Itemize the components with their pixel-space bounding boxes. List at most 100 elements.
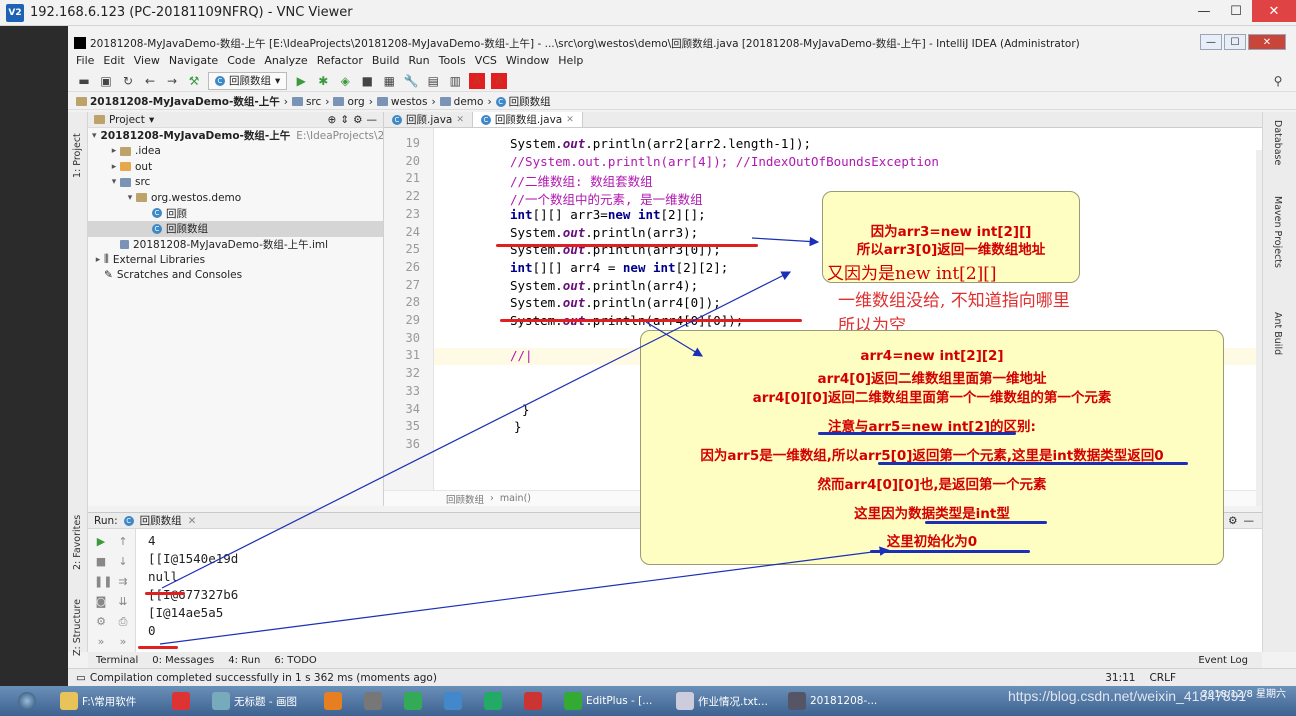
line-separator[interactable]: CRLF: [1149, 672, 1176, 684]
taskbar-item[interactable]: [478, 688, 514, 714]
scroll-to-end-icon[interactable]: ⇊: [116, 595, 130, 609]
menu-build[interactable]: Build: [372, 54, 400, 67]
breadcrumb-project[interactable]: 20181208-MyJavaDemo-数组-上午: [76, 94, 280, 109]
vcs-icon[interactable]: ▥: [447, 73, 463, 89]
close-icon[interactable]: ✕: [456, 115, 464, 125]
favorites-tool-tab[interactable]: 2: Favorites: [72, 500, 83, 570]
breadcrumb-class[interactable]: C 回顾数组: [495, 94, 551, 109]
ide-minimize-button[interactable]: —: [1200, 34, 1222, 50]
translate-icon[interactable]: A: [469, 72, 486, 89]
save-all-icon[interactable]: ▣: [98, 73, 114, 89]
taskbar-item[interactable]: [166, 688, 202, 714]
menu-edit[interactable]: Edit: [103, 54, 124, 67]
stop-icon[interactable]: ■: [94, 555, 108, 569]
expand-arrow-icon[interactable]: ▾: [92, 131, 97, 141]
taskbar-item[interactable]: 无标题 - 画图: [206, 688, 314, 714]
menu-code[interactable]: Code: [227, 54, 255, 67]
stop-icon[interactable]: ■: [359, 73, 375, 89]
taskbar-item[interactable]: 20181208-...: [782, 688, 890, 714]
breadcrumb-src[interactable]: src: [291, 96, 321, 108]
structure-tool-tab[interactable]: Z: Structure: [72, 586, 83, 656]
taskbar-item[interactable]: [398, 688, 434, 714]
menu-help[interactable]: Help: [558, 54, 583, 67]
code-line[interactable]: int[][] arr4 = new int[2][2];: [510, 260, 728, 275]
tree-item[interactable]: C 回顾: [88, 206, 383, 222]
target-icon[interactable]: ⊕: [327, 114, 336, 126]
project-structure-icon[interactable]: ▦: [381, 73, 397, 89]
expand-arrow-icon[interactable]: ▸: [108, 162, 120, 172]
ide-maximize-button[interactable]: ☐: [1224, 34, 1246, 50]
crumb-method[interactable]: main(): [500, 493, 531, 504]
translate-alt-icon[interactable]: A: [491, 72, 508, 89]
ant-tool-tab[interactable]: Ant Build: [1272, 312, 1283, 372]
event-log-tab[interactable]: Event Log: [1198, 655, 1248, 666]
breadcrumb-demo[interactable]: demo: [439, 96, 483, 108]
forward-icon[interactable]: →: [164, 73, 180, 89]
code-line[interactable]: System.out.println(arr4[0]);: [510, 295, 721, 310]
menu-refactor[interactable]: Refactor: [317, 54, 363, 67]
rerun-icon[interactable]: ▶: [94, 535, 108, 549]
taskbar-item[interactable]: 作业情况.txt...: [670, 688, 778, 714]
run-configuration-select[interactable]: C 回顾数组 ▾: [208, 71, 288, 90]
print-icon[interactable]: ⎙: [116, 615, 130, 629]
expand-arrow-icon[interactable]: ▸: [108, 146, 120, 156]
sync-icon[interactable]: ↻: [120, 73, 136, 89]
code-line[interactable]: System.out.println(arr3);: [510, 225, 698, 240]
maven-tool-tab[interactable]: Maven Projects: [1272, 196, 1283, 296]
build-hammer-icon[interactable]: ⚒: [186, 73, 202, 89]
tree-item[interactable]: ▸ .idea: [88, 144, 383, 160]
editor-tab-active[interactable]: C 回顾数组.java ✕: [472, 112, 583, 127]
close-icon[interactable]: ✕: [566, 115, 574, 125]
code-line[interactable]: }: [514, 419, 522, 434]
open-folder-icon[interactable]: ▬: [76, 73, 92, 89]
expand-arrow-icon[interactable]: ▾: [124, 193, 136, 203]
taskbar-item[interactable]: [438, 688, 474, 714]
code-line[interactable]: System.out.println(arr2[arr2.length-1]);: [510, 136, 811, 151]
close-icon[interactable]: ✕: [188, 515, 197, 527]
chevron-down-icon[interactable]: ▾: [149, 114, 154, 126]
debug-icon[interactable]: ✱: [315, 73, 331, 89]
menu-window[interactable]: Window: [506, 54, 549, 67]
menu-navigate[interactable]: Navigate: [169, 54, 218, 67]
settings-icon[interactable]: ⚙: [94, 615, 108, 629]
taskbar-item[interactable]: EditPlus - [...: [558, 688, 666, 714]
menu-tools[interactable]: Tools: [439, 54, 466, 67]
start-button[interactable]: [4, 688, 50, 714]
settings-wrench-icon[interactable]: 🔧: [403, 73, 419, 89]
hide-icon[interactable]: —: [1244, 515, 1255, 527]
camera-icon[interactable]: ◙: [94, 595, 108, 609]
coverage-icon[interactable]: ◈: [337, 73, 353, 89]
run-icon[interactable]: ▶: [293, 73, 309, 89]
code-line[interactable]: //一个数组中的元素, 是一维数组: [510, 189, 703, 208]
todo-tab[interactable]: 6: TODO: [274, 655, 316, 666]
expand-arrow-icon[interactable]: ▸: [92, 255, 104, 265]
search-icon[interactable]: ⚲: [1270, 73, 1286, 89]
taskbar-item[interactable]: [358, 688, 394, 714]
project-view-select[interactable]: Project: [109, 114, 145, 126]
tree-item[interactable]: ▾ 20181208-MyJavaDemo-数组-上午 E:\IdeaProject…: [88, 128, 383, 144]
breadcrumb-westos[interactable]: westos: [376, 96, 427, 108]
messages-tab[interactable]: 0: Messages: [152, 655, 214, 666]
terminal-tab[interactable]: Terminal: [96, 655, 138, 666]
caret-position[interactable]: 31:11: [1105, 672, 1135, 684]
editor-tab[interactable]: C 回顾.java ✕: [384, 112, 473, 127]
sdk-icon[interactable]: ▤: [425, 73, 441, 89]
code-line[interactable]: //二维数组: 数组套数组: [510, 171, 653, 190]
tree-item[interactable]: 20181208-MyJavaDemo-数组-上午.iml: [88, 237, 383, 253]
hide-icon[interactable]: —: [367, 114, 378, 126]
tree-item[interactable]: ▾ org.westos.demo: [88, 190, 383, 206]
tree-item[interactable]: C 回顾数组: [88, 221, 383, 237]
back-icon[interactable]: ←: [142, 73, 158, 89]
project-tool-tab[interactable]: 1: Project: [72, 118, 83, 178]
code-line[interactable]: //System.out.println(arr[4]); //IndexOut…: [510, 154, 939, 169]
gear-icon[interactable]: ⚙: [1228, 515, 1237, 527]
menu-file[interactable]: File: [76, 54, 94, 67]
tree-item[interactable]: ▾ src: [88, 175, 383, 191]
vnc-maximize-button[interactable]: ☐: [1220, 0, 1252, 22]
gear-icon[interactable]: ⚙: [353, 114, 362, 126]
more-icon[interactable]: »: [116, 635, 130, 649]
scroll-up-icon[interactable]: ↑: [116, 535, 130, 549]
vnc-minimize-button[interactable]: —: [1188, 0, 1220, 22]
code-line[interactable]: }: [522, 402, 530, 417]
breadcrumb-org[interactable]: org: [333, 96, 365, 108]
